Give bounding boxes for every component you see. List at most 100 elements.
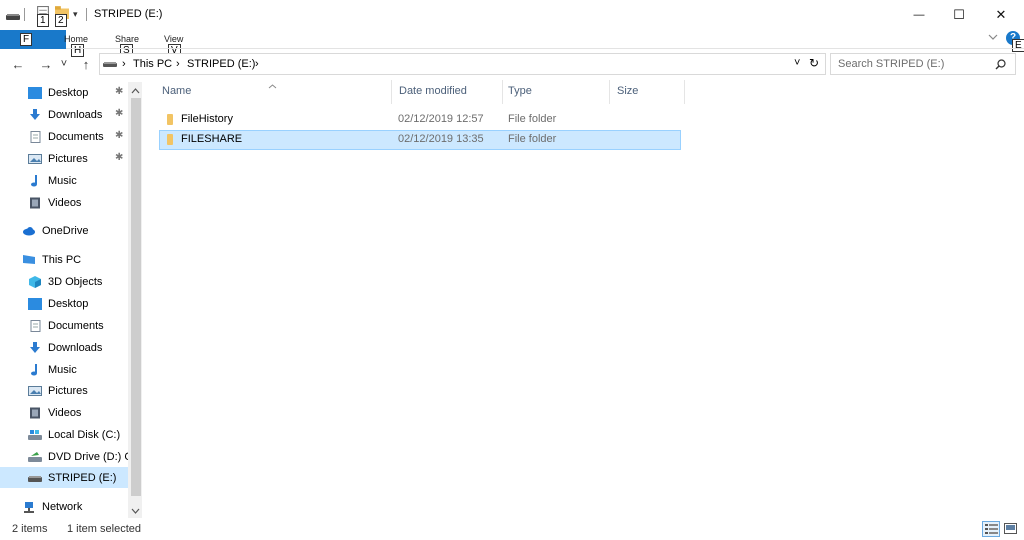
keytip-quick-access-2[interactable]: 2 [55,14,67,27]
download-arrow-icon [30,108,40,120]
column-divider[interactable] [609,80,610,104]
documents-icon [30,319,41,332]
column-divider[interactable] [684,80,685,104]
breadcrumb-striped-e[interactable]: STRIPED (E:) [187,58,255,70]
nav-item-label: STRIPED (E:) [48,471,117,484]
nav-item-this-pc[interactable]: This PC [22,249,128,270]
download-arrow-icon [30,341,40,353]
documents-icon [30,130,41,143]
breadcrumb-this-pc[interactable]: This PC [133,58,172,70]
nav-item-label: Network [42,500,83,513]
pin-icon[interactable]: ✱ [115,86,123,97]
nav-item-label: Pictures [48,152,88,165]
cloud-icon [23,226,35,235]
nav-item-desktop-pc[interactable]: Desktop [28,293,128,314]
search-icon [995,59,1006,70]
breadcrumb-separator[interactable]: › [176,58,180,70]
navigation-bar: ← → ˅ ↑ › This PC › STRIPED (E:) › ˅ ↻ S… [0,52,1024,76]
nav-item-onedrive[interactable]: OneDrive [22,220,128,241]
large-icons-view-button[interactable] [1002,521,1020,537]
pin-icon[interactable]: ✱ [115,130,123,141]
address-dropdown-button[interactable]: ˅ [794,57,800,69]
column-header-date-modified[interactable]: Date modified [399,85,467,97]
back-button[interactable]: ← [8,54,28,74]
tab-share[interactable]: Share [115,34,139,44]
tab-home[interactable]: Home [64,34,88,44]
videos-icon [30,197,40,208]
tab-view[interactable]: View [164,34,183,44]
scroll-down-icon[interactable] [128,504,142,518]
nav-item-dvd-drive-d[interactable]: DVD Drive (D:) C [28,446,132,467]
nav-item-pictures[interactable]: Pictures [28,148,128,169]
column-header-type[interactable]: Type [508,85,532,97]
nav-item-label: Downloads [48,341,103,354]
chevron-down-icon[interactable] [988,34,998,41]
pin-icon[interactable]: ✱ [115,152,123,163]
nav-pane-scrollbar-thumb[interactable] [131,98,141,496]
search-box[interactable]: Search STRIPED (E:) [830,53,1016,75]
nav-item-documents-pc[interactable]: Documents [28,315,128,336]
navigation-pane: Desktop ✱ Downloads ✱ Documents ✱ Pictur… [0,82,142,518]
customize-quick-access-dropdown[interactable]: ▾ [73,9,78,20]
breadcrumb-separator[interactable]: › [122,58,126,70]
status-item-count: 2 items [12,523,48,535]
nav-item-label: Downloads [48,108,103,121]
nav-item-downloads[interactable]: Downloads [28,104,128,125]
column-divider[interactable] [391,80,392,104]
column-header-size[interactable]: Size [617,85,638,97]
nav-item-local-disk-c[interactable]: Local Disk (C:) [28,424,128,445]
up-arrow-icon: ↑ [82,56,90,72]
search-input[interactable]: Search STRIPED (E:) [838,58,944,70]
pin-icon[interactable]: ✱ [115,108,123,119]
drive-icon [28,475,42,482]
tab-file[interactable]: F [0,30,66,49]
divider [86,8,87,21]
keytip-help: E [1012,39,1024,52]
table-row[interactable]: FILESHARE 02/12/2019 13:35 File folder [159,130,681,150]
3d-objects-icon [29,275,41,288]
forward-button[interactable]: → [36,54,56,74]
nav-item-music[interactable]: Music [28,170,128,191]
close-button[interactable]: ✕ [978,0,1024,30]
nav-item-desktop[interactable]: Desktop [28,82,128,103]
column-divider[interactable] [502,80,503,104]
details-view-icon [985,524,998,534]
up-button[interactable]: ↑ [76,54,96,74]
nav-item-label: Local Disk (C:) [48,428,121,441]
nav-item-3d-objects[interactable]: 3D Objects [28,271,128,292]
sort-ascending-icon [268,82,277,91]
nav-item-pictures-pc[interactable]: Pictures [28,380,128,401]
keytip-quick-access-1[interactable]: 1 [37,14,49,27]
file-name: FileHistory [181,113,233,125]
desktop-icon [28,86,42,99]
nav-item-network[interactable]: Network [22,496,128,517]
nav-item-videos-pc[interactable]: Videos [28,402,128,423]
details-view-button[interactable] [982,521,1000,537]
scroll-up-icon[interactable] [128,84,142,98]
title-bar: 1 2 ▾ STRIPED (E:) — ☐ ✕ [0,0,1024,30]
folder-icon [167,134,173,145]
drive-icon [103,62,117,67]
nav-item-label: Desktop [48,86,89,99]
drive-icon[interactable] [6,10,20,24]
address-bar[interactable]: › This PC › STRIPED (E:) › ˅ ↻ [99,53,826,75]
file-type: File folder [508,113,557,125]
network-icon [24,501,34,513]
recent-locations-button[interactable]: ˅ [57,54,71,74]
desktop-icon [28,297,42,310]
breadcrumb-separator[interactable]: › [255,58,259,70]
table-row[interactable]: FileHistory 02/12/2019 12:57 File folder [159,110,681,130]
nav-item-documents[interactable]: Documents [28,126,128,147]
maximize-button[interactable]: ☐ [936,0,982,30]
refresh-icon[interactable]: ↻ [809,56,819,70]
nav-item-music-pc[interactable]: Music [28,359,128,380]
divider [66,48,1024,49]
music-note-icon [31,174,37,186]
column-header-name[interactable]: Name [162,85,191,97]
file-type: File folder [508,133,557,145]
nav-item-label: Documents [48,130,104,143]
nav-item-videos[interactable]: Videos [28,192,128,213]
nav-item-downloads-pc[interactable]: Downloads [28,337,128,358]
nav-item-striped-e[interactable]: STRIPED (E:) [0,467,128,488]
nav-item-label: Videos [48,406,82,419]
